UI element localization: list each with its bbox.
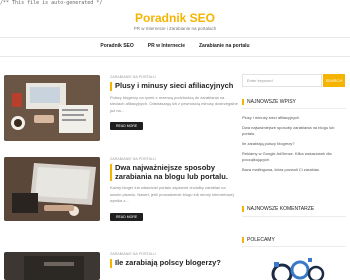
recent-post-link[interactable]: Baza mailingowa, która pozwoli Ci zarabi…	[242, 167, 346, 177]
read-more-button[interactable]: READ MORE	[110, 122, 144, 130]
post-card: ZARABIANIE NA PORTALU Ile zarabiają pols…	[0, 252, 240, 280]
widget-divider	[242, 108, 346, 109]
post-category[interactable]: ZARABIANIE NA PORTALU	[110, 252, 238, 257]
desk-photo-image	[4, 75, 100, 141]
post-category[interactable]: ZARABIANIE NA PORTALU	[110, 157, 238, 162]
post-card: ZARABIANIE NA PORTALU Dwa najważniejsze …	[0, 157, 240, 235]
post-title[interactable]: Plusy i minusy sieci afiliacyjnych	[110, 81, 238, 91]
post-card: ZARABIANIE NA PORTALU Plusy i minusy sie…	[0, 75, 240, 145]
recent-post-link[interactable]: Ile zarabiają polscy blogerzy?	[242, 141, 346, 151]
site-tagline: PR w Internecie i Zarabianie na portalac…	[133, 26, 217, 31]
widget-divider	[242, 246, 346, 247]
post-thumbnail[interactable]	[4, 252, 100, 280]
recent-comments-heading: NAJNOWSZE KOMENTARZE	[242, 206, 314, 212]
site-title[interactable]: Poradnik SEO	[0, 11, 350, 25]
post-title[interactable]: Dwa najważniejsze sposoby zarabiania na …	[110, 163, 238, 181]
search-button[interactable]: SEARCH	[323, 74, 345, 87]
recent-posts-list: Plusy i minusy sieci afiliacyjnych Dwa n…	[242, 115, 346, 177]
notebook-photo-image	[4, 252, 100, 280]
code-note: /** This file is auto-generated */	[0, 0, 103, 6]
post-thumbnail[interactable]	[4, 157, 100, 221]
post-thumbnail[interactable]	[4, 75, 100, 141]
laptop-photo-image	[4, 157, 100, 221]
nav-item-pr-w-internecie[interactable]: PR w Internecie	[148, 43, 185, 49]
seo-graphic-image	[262, 254, 332, 280]
main-nav: Poradnik SEO PR w Internecie Zarabianie …	[0, 43, 350, 49]
widget-divider	[242, 216, 346, 217]
recent-posts-heading: NAJNOWSZE WPISY	[242, 99, 296, 105]
post-title[interactable]: Ile zarabiają polscy blogerzy?	[110, 258, 238, 268]
post-category[interactable]: ZARABIANIE NA PORTALU	[110, 75, 238, 80]
post-excerpt: Każdy bloger lub właściciel portalu zape…	[110, 185, 234, 203]
post-excerpt: Polscy blogerzy na rynek z rezerwą podch…	[110, 94, 238, 113]
recommended-banner[interactable]	[262, 254, 332, 280]
recent-post-link[interactable]: Reklamy w Google AdSense. Kilka wskazówe…	[242, 151, 346, 167]
search-input[interactable]: Enter keyword	[242, 74, 322, 87]
recent-post-link[interactable]: Dwa najważniejsze sposoby zarabiania na …	[242, 125, 346, 141]
nav-divider-bottom	[0, 56, 350, 57]
nav-item-zarabianie-na-portalu[interactable]: Zarabianie na portalu	[199, 43, 250, 49]
recommended-heading: POLECAMY	[242, 237, 275, 243]
read-more-button[interactable]: READ MORE	[110, 212, 144, 221]
nav-divider-top	[0, 37, 350, 38]
recent-post-link[interactable]: Plusy i minusy sieci afiliacyjnych	[242, 115, 346, 125]
nav-item-poradnik-seo[interactable]: Poradnik SEO	[100, 43, 133, 49]
